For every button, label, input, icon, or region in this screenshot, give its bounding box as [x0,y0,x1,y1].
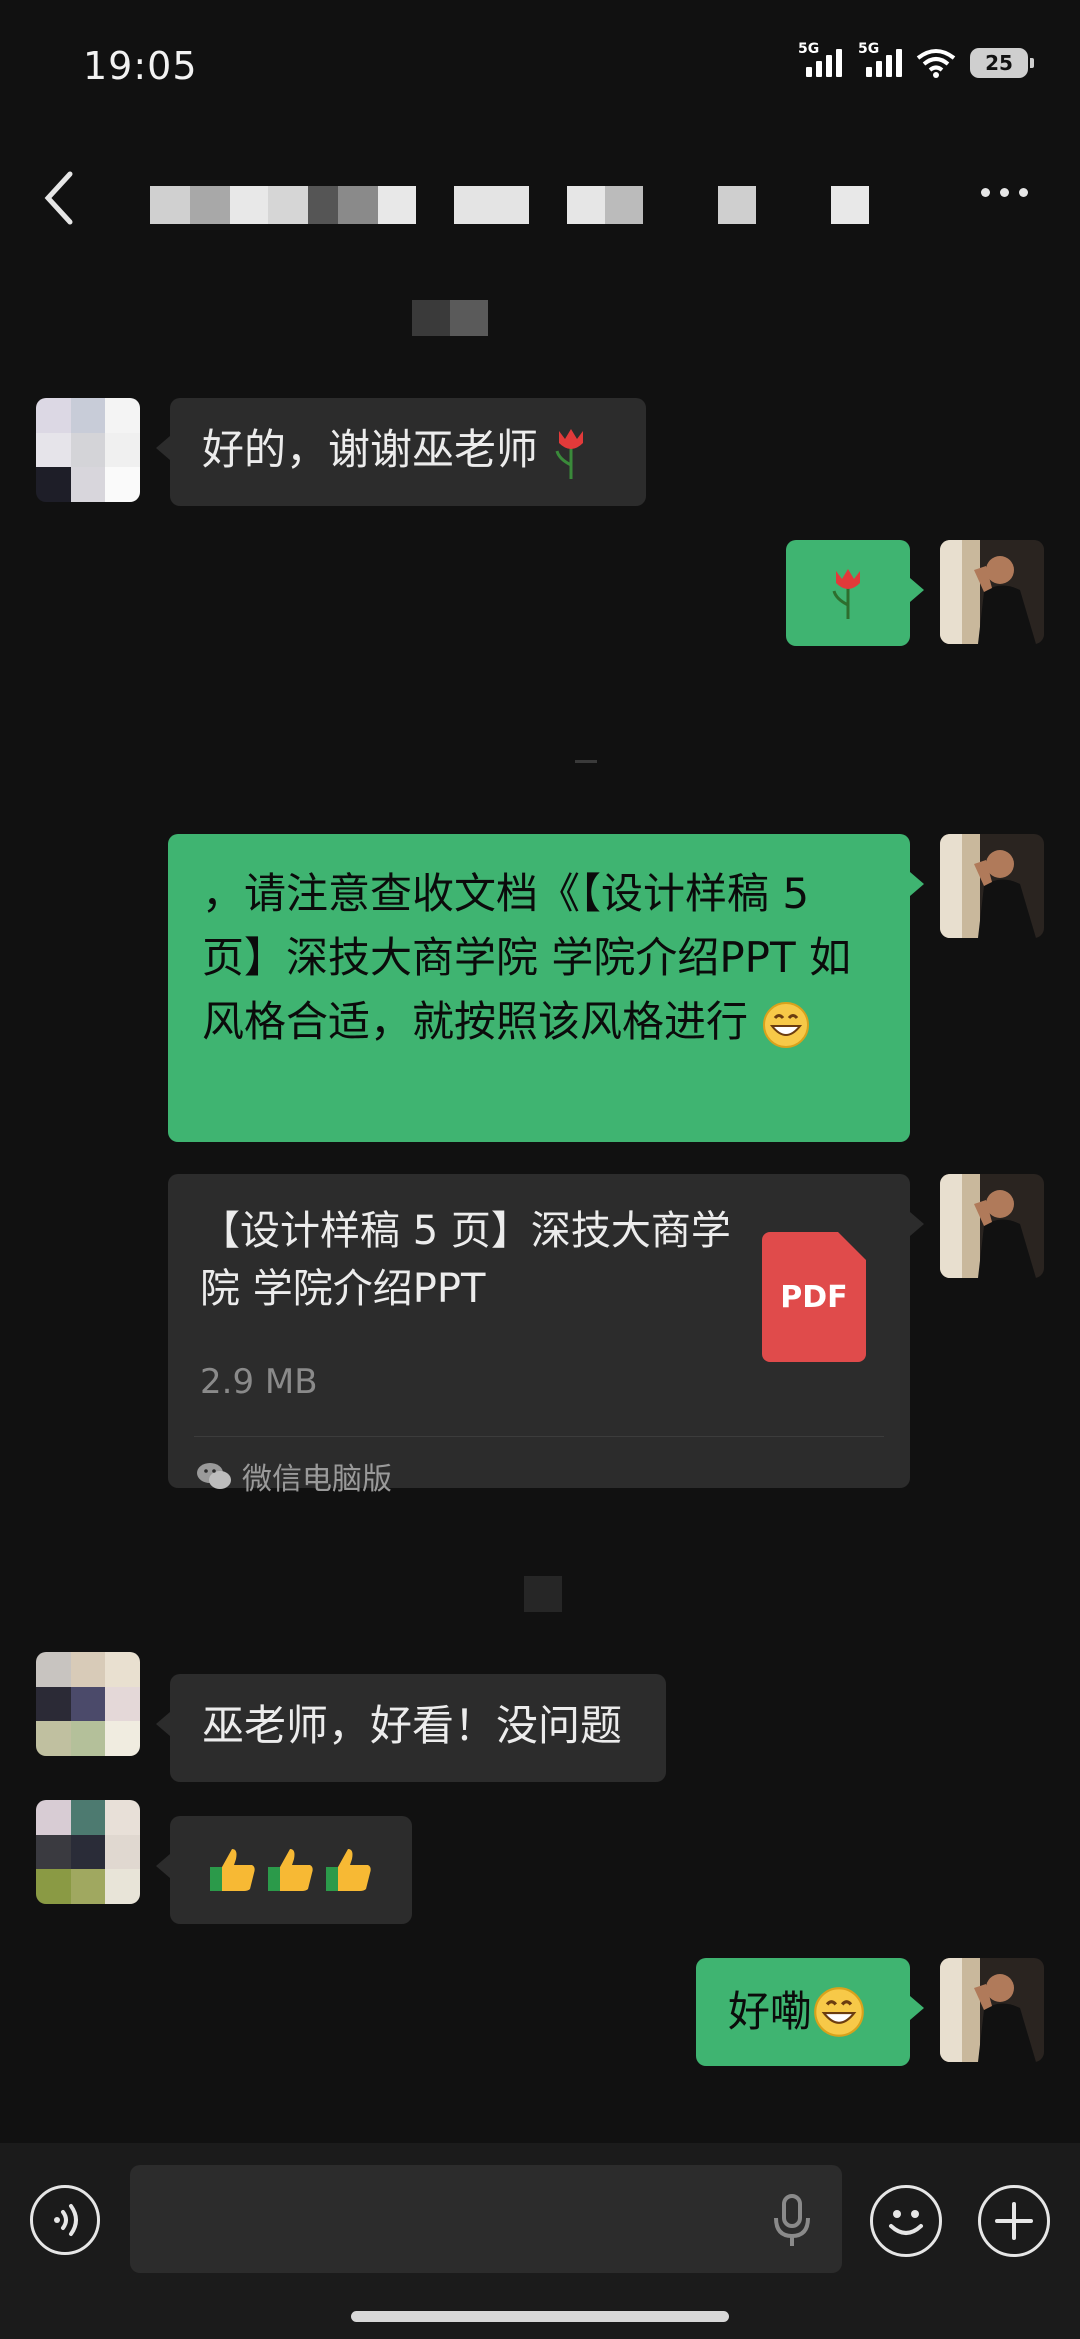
tulip-icon [832,569,860,619]
message-bubble[interactable]: 好嘞 [696,1958,924,2066]
pdf-label: PDF [780,1279,848,1315]
grin-emoji-icon [814,1987,864,2037]
timestamp-blur [524,1576,562,1612]
message-text: 好的，谢谢巫老师 [202,425,539,474]
message-bubble[interactable]: ，请注意查收文档《【设计样稿 5 页】深技大商学院 学院介绍PPT 如风格合适，… [168,834,924,1142]
message-text: ，请注意查收文档《【设计样稿 5 页】深技大商学院 学院介绍PPT 如风格合适，… [202,869,852,1046]
message-text: 巫老师，好看！没问题 [202,1701,623,1750]
chat-title [150,186,869,224]
back-icon[interactable] [40,168,80,228]
battery-icon: 25 [970,48,1034,78]
signal-label: 5G [798,41,820,57]
thumbs-up-icon [268,1849,313,1891]
home-indicator[interactable] [351,2311,729,2322]
file-size: 2.9 MB [200,1362,318,1402]
signal-label: 5G [858,41,880,57]
my-avatar[interactable] [940,540,1044,644]
status-icons: 5G 5G 25 [798,41,1034,78]
mic-icon[interactable] [770,2192,814,2248]
divider [194,1436,884,1437]
signal-icon: 5G [798,41,842,77]
avatar[interactable] [36,1800,140,1904]
avatar[interactable] [36,398,140,502]
emoji-icon[interactable] [870,2185,942,2257]
message-bubble[interactable] [786,540,924,646]
file-message-card[interactable]: 【设计样稿 5 页】深技大商学院 学院介绍PPT 2.9 MB PDF 微信电脑… [168,1174,924,1497]
pdf-file-icon: PDF [762,1232,866,1362]
status-time: 19:05 [83,44,198,88]
plus-icon[interactable] [978,2185,1050,2257]
thumbs-up-icon [210,1849,255,1891]
message-bubble[interactable]: 好的，谢谢巫老师 [156,398,646,506]
tulip-icon [555,428,584,479]
avatar[interactable] [36,1652,140,1756]
file-title: 【设计样稿 5 页】深技大商学院 学院介绍PPT [200,1208,731,1312]
my-avatar[interactable] [940,1958,1044,2062]
wechat-icon [197,1463,231,1489]
message-bubble[interactable]: 巫老师，好看！没问题 [156,1674,666,1782]
file-source-text: 微信电脑版 [242,1462,392,1497]
my-avatar[interactable] [940,834,1044,938]
message-bubble[interactable] [156,1816,412,1924]
timestamp-blur [412,300,488,336]
voice-icon[interactable] [30,2185,100,2255]
wifi-icon [916,49,956,78]
message-input[interactable] [130,2165,842,2273]
my-avatar[interactable] [940,1174,1044,1278]
divider [575,760,597,763]
grin-emoji-icon [763,1001,810,1048]
message-text: 好嘞 [728,1987,813,2036]
file-source: 微信电脑版 [196,1454,392,1498]
signal-icon: 5G [858,41,902,77]
more-icon[interactable] [981,188,1028,197]
thumbs-up-icon [326,1849,371,1891]
